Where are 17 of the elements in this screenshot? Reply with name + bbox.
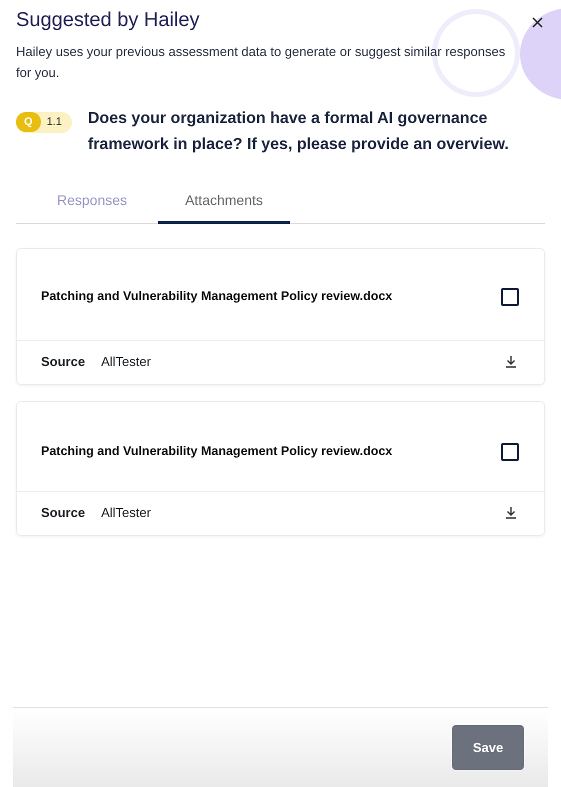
checkbox[interactable] <box>501 442 519 460</box>
tab[interactable]: Responses <box>26 182 158 224</box>
source-label: Source <box>41 504 86 522</box>
tab[interactable]: Attachments <box>158 182 290 224</box>
close-icon <box>532 16 543 28</box>
download-icon <box>505 355 517 368</box>
source-value: AllTester <box>101 504 151 522</box>
attachment-name: Patching and Vulnerability Management Policy review.docx <box>41 288 392 306</box>
checkbox[interactable] <box>501 288 519 306</box>
panel-description: Hailey uses your previous assessment data to generate or suggest similar responses for you. <box>16 43 506 82</box>
question-text: Does your organization have a formal AI governance framework in place? If yes, please provide an overview. <box>88 108 510 155</box>
question-number-badge: Q 1.1 <box>16 112 72 133</box>
download-icon <box>505 506 517 520</box>
source-value: AllTester <box>101 353 151 372</box>
source-label: Source <box>41 353 86 372</box>
attachment-name: Patching and Vulnerability Management Policy review.docx <box>41 443 392 460</box>
panel-title: Suggested by Hailey <box>16 8 200 32</box>
